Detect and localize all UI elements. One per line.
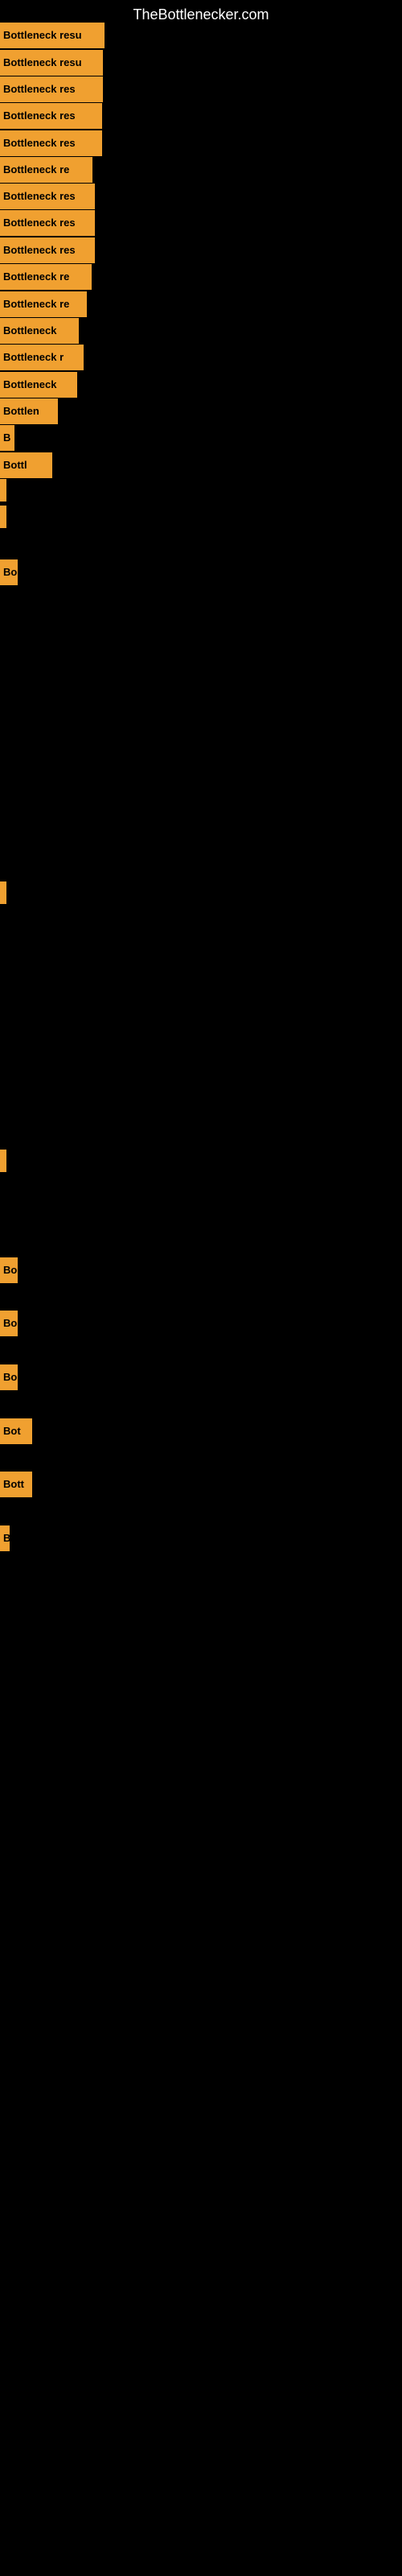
list-item[interactable]: Bottleneck res [0,130,102,156]
list-item[interactable] [0,506,6,528]
list-item[interactable] [0,881,6,904]
list-item[interactable]: Bottlen [0,398,58,424]
list-item[interactable] [0,1150,6,1172]
list-item[interactable]: Bottleneck re [0,291,87,317]
list-item[interactable]: Bottleneck res [0,103,102,129]
list-item[interactable]: Bottleneck [0,372,77,398]
list-item[interactable]: Bottleneck re [0,157,92,183]
list-item[interactable]: Bo [0,1364,18,1390]
list-item[interactable]: Bottleneck res [0,237,95,263]
list-item[interactable]: Bottleneck re [0,264,92,290]
list-item[interactable]: Bottleneck [0,318,79,344]
list-item[interactable]: Bo [0,559,18,585]
list-item[interactable]: Bo [0,1257,18,1283]
list-item[interactable]: Bo [0,1311,18,1336]
list-item[interactable]: Bottl [0,452,52,478]
list-item[interactable]: Bottleneck resu [0,23,105,48]
list-item[interactable]: Bottleneck r [0,345,84,370]
list-item[interactable]: Bott [0,1472,32,1497]
list-item[interactable]: B [0,425,14,451]
list-item[interactable] [0,479,6,502]
list-item[interactable]: Bottleneck res [0,210,95,236]
list-item[interactable]: B [0,1525,10,1551]
list-item[interactable]: Bottleneck resu [0,50,103,76]
list-item[interactable]: Bottleneck res [0,76,103,102]
list-item[interactable]: Bot [0,1418,32,1444]
list-item[interactable]: Bottleneck res [0,184,95,209]
